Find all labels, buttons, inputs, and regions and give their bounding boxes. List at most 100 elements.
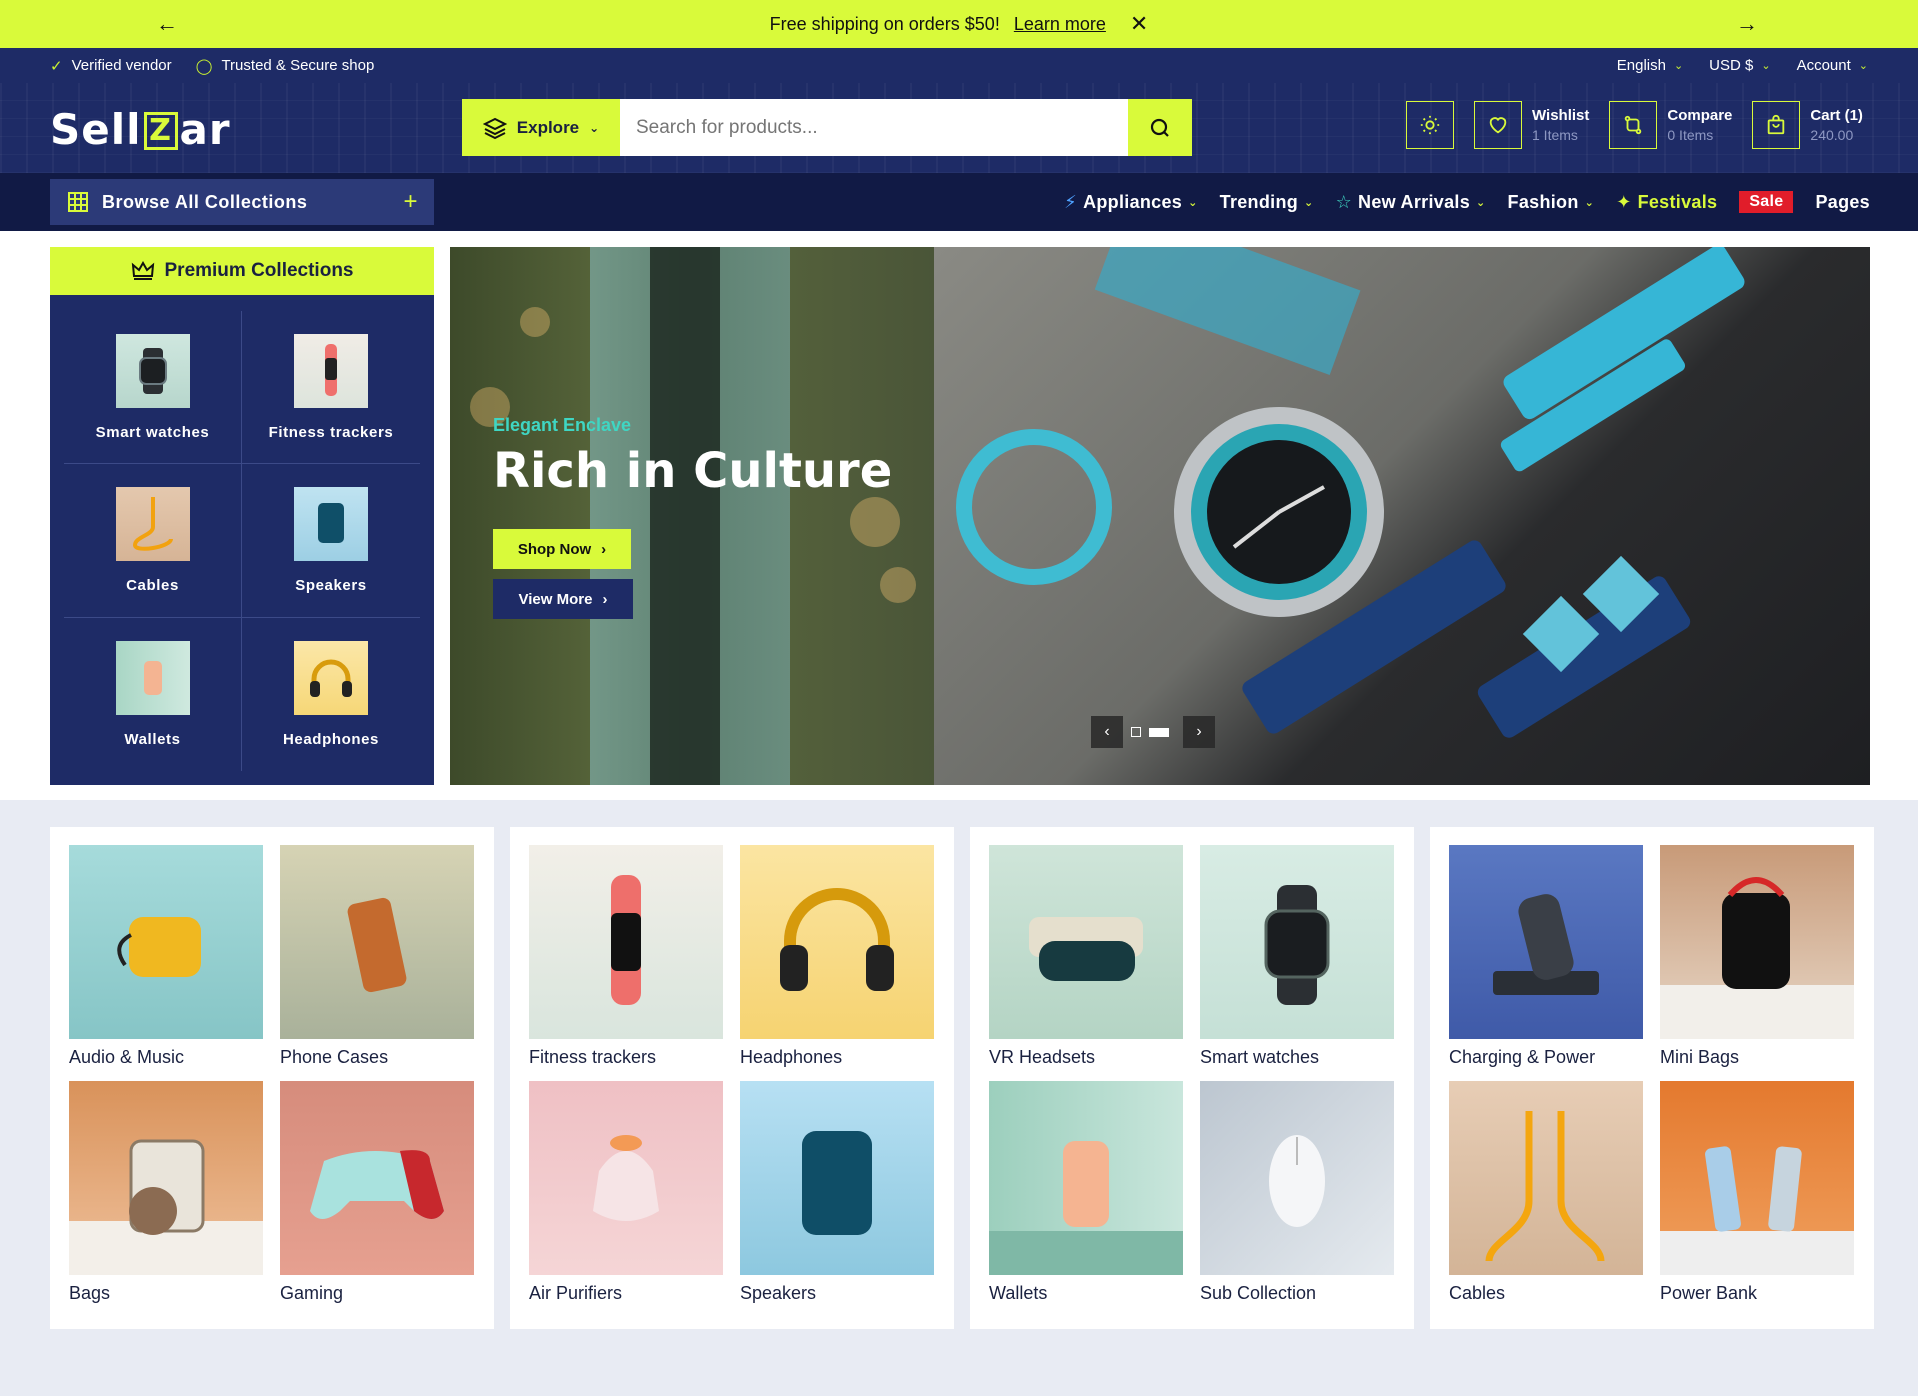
cables-image [1449, 1081, 1643, 1275]
slider-next-button[interactable]: › [1183, 716, 1215, 748]
category-label: Power Bank [1660, 1283, 1758, 1303]
category-group-2: Fitness trackers Headphones Air Purifier… [510, 827, 954, 1329]
arrow-right-icon[interactable]: → [1736, 11, 1758, 37]
category-phone-cases[interactable]: Phone Cases [280, 845, 475, 1075]
arrow-left-icon[interactable]: ← [156, 11, 178, 37]
slider-dot-1[interactable] [1131, 727, 1141, 737]
explore-dropdown[interactable]: Explore ⌄ [462, 99, 620, 156]
compare-icon [1625, 115, 1642, 135]
chevron-down-icon: ⌄ [1858, 60, 1868, 72]
announcement-message: Free shipping on orders $50! [769, 13, 1000, 34]
compare-link[interactable]: Compare 0 Items [1609, 101, 1732, 149]
category-power-bank[interactable]: Power Bank [1660, 1081, 1855, 1311]
browse-label: Browse All Collections [102, 191, 308, 212]
theme-toggle-button[interactable] [1406, 101, 1454, 149]
nav-item-trending[interactable]: Trending ⌄ [1220, 192, 1314, 213]
slider-prev-button[interactable]: ‹ [1091, 716, 1123, 748]
bags-image [69, 1081, 263, 1275]
nav-item-festivals[interactable]: ✦ Festivals [1616, 192, 1717, 213]
category-smart-watches[interactable]: Smart watches [1200, 845, 1395, 1075]
charging-power-image [1449, 845, 1643, 1039]
cables-image [115, 486, 190, 561]
category-bags[interactable]: Bags [69, 1081, 264, 1311]
badge-label: Trusted & Secure shop [221, 57, 375, 74]
chevron-down-icon: ⌄ [1761, 60, 1771, 72]
compare-count: 0 Items [1667, 127, 1714, 143]
search-input[interactable] [620, 99, 1128, 156]
category-label: Air Purifiers [529, 1283, 623, 1303]
slider-dot-2[interactable] [1149, 727, 1169, 737]
slider-controls: ‹ › [1091, 716, 1215, 748]
category-air-purifiers[interactable]: Air Purifiers [529, 1081, 724, 1311]
wishlist-link[interactable]: Wishlist 1 Items [1474, 101, 1589, 149]
main-header: SellZar Explore ⌄ Wishlist 1 Items Compar… [0, 83, 1918, 173]
utility-bar: ✓ Verified vendor ◯ Trusted & Secure sho… [0, 48, 1918, 83]
logo-text-pre: Sell [50, 105, 142, 154]
currency-dropdown[interactable]: USD $ ⌄ [1709, 57, 1770, 74]
badge-label: Verified vendor [71, 57, 172, 74]
chevron-down-icon: ⌄ [1476, 196, 1486, 209]
premium-item-speakers[interactable]: Speakers [242, 464, 420, 618]
hero-model-image [450, 247, 934, 785]
category-fitness-trackers[interactable]: Fitness trackers [529, 845, 724, 1075]
nav-item-sale[interactable]: Sale [1739, 191, 1794, 213]
premium-item-wallets[interactable]: Wallets [64, 617, 242, 771]
category-label: Speakers [740, 1283, 817, 1303]
chevron-right-icon: › [601, 540, 607, 558]
nav-item-pages[interactable]: Pages [1815, 192, 1870, 213]
chevron-right-icon: › [602, 590, 608, 608]
learn-more-link[interactable]: Learn more [1014, 14, 1106, 35]
account-dropdown[interactable]: Account ⌄ [1797, 57, 1868, 74]
chevron-down-icon: ⌄ [1673, 60, 1684, 72]
language-dropdown[interactable]: English ⌄ [1617, 57, 1683, 74]
premium-item-headphones[interactable]: Headphones [242, 618, 420, 771]
nav-item-fashion[interactable]: Fashion ⌄ [1508, 192, 1595, 213]
wishlist-icon-box [1474, 101, 1522, 149]
category-audio-music[interactable]: Audio & Music [69, 845, 264, 1075]
category-sub-collection[interactable]: Sub Collection [1200, 1081, 1395, 1311]
wishlist-count: 1 Items [1532, 127, 1578, 143]
category-label: Sub Collection [1200, 1283, 1317, 1303]
chevron-down-icon: ⌄ [589, 120, 600, 135]
browse-collections-button[interactable]: Browse All Collections + [50, 179, 434, 225]
category-gaming[interactable]: Gaming [280, 1081, 475, 1311]
category-label: Cables [1449, 1283, 1506, 1303]
verified-vendor-badge: ✓ Verified vendor [50, 57, 172, 75]
cart-link[interactable]: Cart (1) 240.00 [1752, 101, 1863, 149]
category-charging-power[interactable]: Charging & Power [1449, 845, 1644, 1075]
search-button[interactable] [1128, 99, 1192, 156]
category-label: VR Headsets [989, 1047, 1096, 1067]
logo[interactable]: Sell Zar [50, 105, 231, 154]
nav-item-appliances[interactable]: ⚡ Appliances ⌄ [1064, 192, 1198, 213]
nav-label: Appliances [1083, 191, 1183, 212]
close-icon[interactable]: ✕ [1130, 11, 1148, 37]
category-label: Mini Bags [1660, 1047, 1740, 1067]
logo-mark: Z [143, 112, 178, 150]
nav-item-new-arrivals[interactable]: ☆ New Arrivals ⌄ [1336, 192, 1486, 213]
vr-headsets-image [989, 845, 1183, 1039]
view-more-button[interactable]: View More › [493, 579, 633, 619]
wishlist-title: Wishlist [1532, 107, 1590, 124]
fitness-trackers-image [529, 845, 723, 1039]
category-cables[interactable]: Cables [1449, 1081, 1644, 1311]
premium-item-fitness-trackers[interactable]: Fitness trackers [242, 311, 420, 465]
shop-now-button[interactable]: Shop Now › [493, 529, 631, 569]
category-vr-headsets[interactable]: VR Headsets [989, 845, 1184, 1075]
premium-item-smart-watches[interactable]: Smart watches [64, 311, 242, 465]
category-mini-bags[interactable]: Mini Bags [1660, 845, 1855, 1075]
premium-item-cables[interactable]: Cables [64, 464, 242, 618]
category-headphones[interactable]: Headphones [740, 845, 935, 1075]
mini-bags-image [1660, 845, 1854, 1039]
premium-item-label: Smart watches [95, 423, 210, 441]
compare-title: Compare [1667, 107, 1733, 124]
nav-label: Fashion [1507, 191, 1579, 212]
premium-title: Premium Collections [164, 260, 354, 281]
category-wallets[interactable]: Wallets [989, 1081, 1184, 1311]
phone-cases-image [280, 845, 474, 1039]
premium-header: Premium Collections [50, 247, 434, 295]
premium-item-label: Speakers [295, 576, 367, 594]
category-label: Charging & Power [1449, 1047, 1596, 1067]
category-speakers[interactable]: Speakers [740, 1081, 935, 1311]
nav-label: Festivals [1637, 191, 1718, 212]
cart-title: Cart (1) [1810, 107, 1863, 124]
